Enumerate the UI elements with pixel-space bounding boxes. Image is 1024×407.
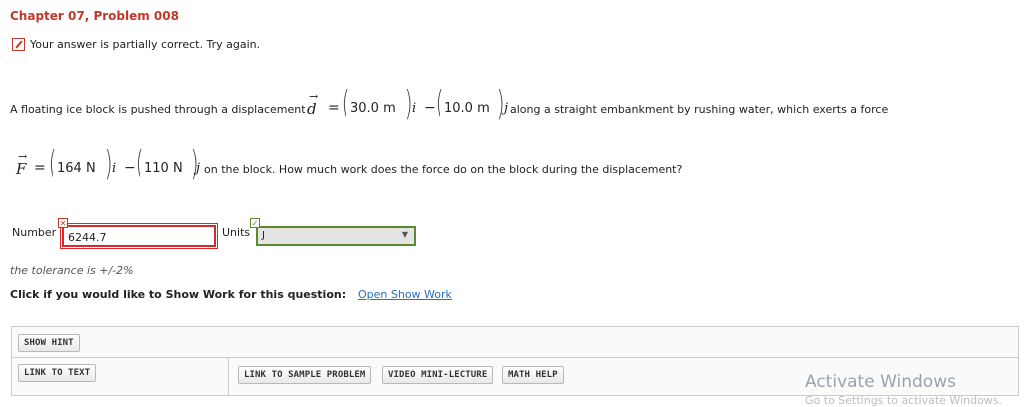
displacement-y-value: 10.0 m: [440, 97, 500, 121]
problem-question-text: on the block. How much work does the for…: [204, 163, 683, 176]
j-hat-unit: j: [196, 161, 201, 176]
problem-line-displacement: A floating ice block is pushed through a…: [10, 87, 1010, 125]
j-hat-unit: j: [504, 101, 509, 116]
minus-sign: −: [124, 160, 136, 176]
panel-divider: [12, 357, 1018, 358]
force-x-value: 164 N: [53, 157, 105, 181]
problem-intro-text: A floating ice block is pushed through a…: [10, 103, 306, 116]
number-label: Number: [12, 226, 57, 239]
link-to-sample-problem-button[interactable]: LINK TO SAMPLE PROBLEM: [238, 366, 372, 384]
chevron-down-icon: ▼: [401, 230, 408, 239]
incorrect-x-icon: ✕: [58, 218, 68, 228]
units-dropdown[interactable]: J ▼: [256, 226, 416, 246]
feedback-message: Your answer is partially correct. Try ag…: [30, 38, 261, 51]
equals-sign: =: [328, 100, 340, 116]
units-selected-value: J: [262, 230, 265, 241]
vector-arrow-icon: →: [309, 90, 319, 103]
i-hat-unit: i: [412, 101, 417, 116]
feedback-row: Your answer is partially correct. Try ag…: [12, 38, 260, 51]
partially-correct-icon: [12, 38, 25, 51]
problem-title: Chapter 07, Problem 008: [10, 9, 179, 23]
problem-mid-text: along a straight embankment by rushing w…: [510, 103, 889, 116]
activate-windows-watermark: Activate Windows: [805, 372, 956, 392]
vector-arrow-icon: →: [18, 150, 28, 163]
tolerance-note: the tolerance is +/-2%: [10, 264, 134, 277]
number-answer-input[interactable]: 6244.7: [60, 223, 218, 249]
link-to-text-button[interactable]: LINK TO TEXT: [18, 364, 97, 382]
activate-windows-subtitle: Go to Settings to activate Windows.: [805, 394, 1003, 407]
units-label: Units: [222, 226, 251, 239]
force-vector-symbol: → F: [16, 150, 28, 178]
video-mini-lecture-button[interactable]: VIDEO MINI-LECTURE: [382, 366, 494, 384]
show-hint-button[interactable]: SHOW HINT: [18, 334, 80, 352]
show-work-prompt: Click if you would like to Show Work for…: [10, 288, 347, 301]
problem-line-force: → F = ( 164 N ) i − ( 110 N ) j on the b…: [10, 147, 1010, 185]
force-y-value: 110 N: [140, 157, 192, 181]
i-hat-unit: i: [112, 161, 117, 176]
panel-vertical-divider: [228, 358, 229, 396]
displacement-x-value: 30.0 m: [346, 97, 406, 121]
correct-check-icon: ✓: [250, 218, 260, 228]
equals-sign: =: [34, 160, 46, 176]
minus-sign: −: [424, 100, 436, 116]
open-show-work-link[interactable]: Open Show Work: [358, 288, 452, 301]
displacement-vector-symbol: → d: [307, 90, 319, 118]
math-help-button[interactable]: MATH HELP: [502, 366, 564, 384]
